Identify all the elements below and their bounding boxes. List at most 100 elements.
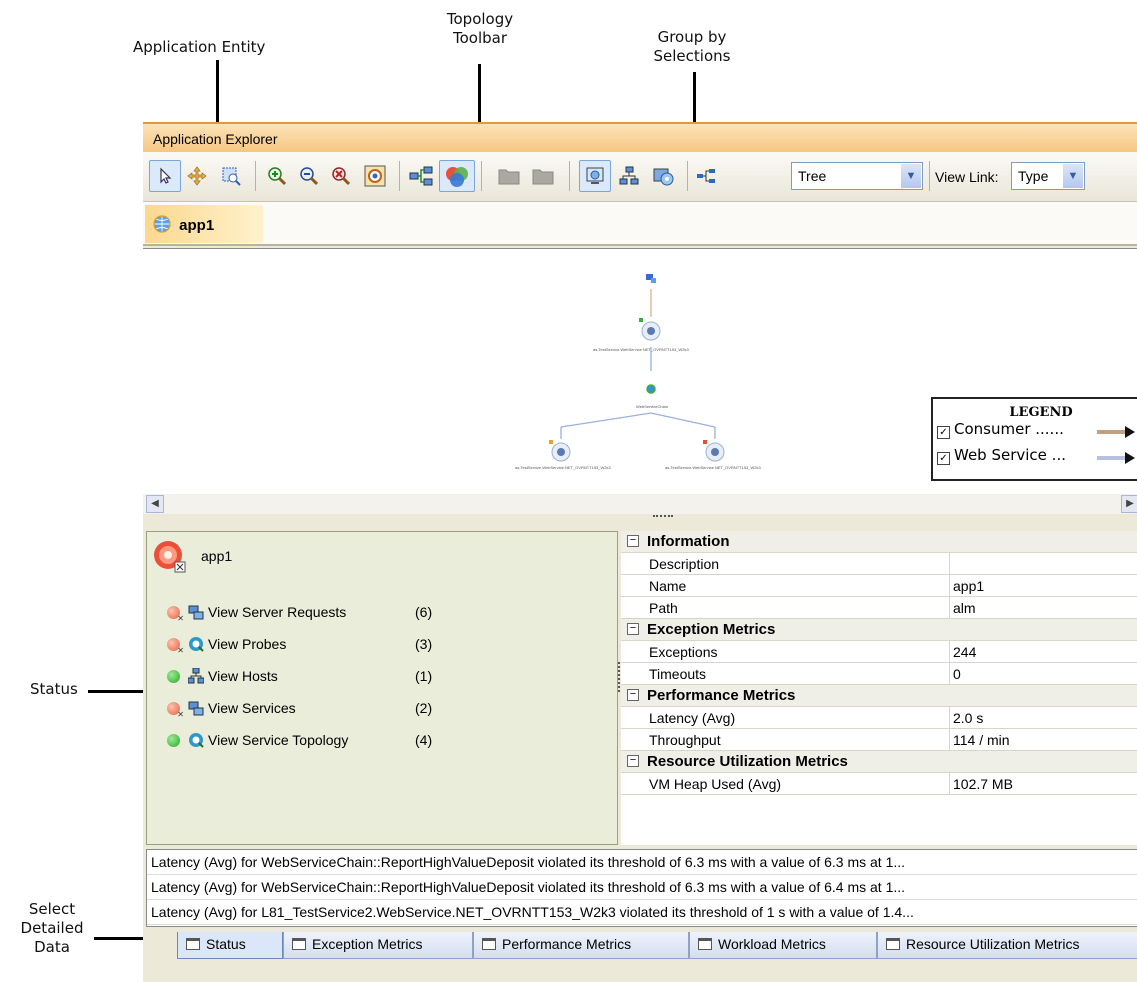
topology-node[interactable]: [703, 440, 725, 462]
section-information[interactable]: − Information: [621, 531, 1137, 553]
window-icon: [698, 938, 712, 950]
legend-item-label: Web Service ...: [954, 446, 1066, 464]
status-item-label: View Hosts: [208, 668, 278, 684]
link-webservice: [560, 412, 652, 428]
entity-tab-strip: app1: [143, 202, 1137, 246]
status-item-probes[interactable]: ✕ View Probes: [167, 636, 286, 658]
status-panel: app1 ✕ View Server Requests (6) ✕ View Pro…: [146, 531, 618, 845]
status-item-server-requests[interactable]: ✕ View Server Requests: [167, 604, 346, 626]
marquee-zoom-button[interactable]: [215, 160, 247, 192]
pan-button[interactable]: [181, 160, 213, 192]
legend-item-web-service[interactable]: ✓ Web Service ...: [933, 446, 1137, 472]
service-topology-icon: [189, 733, 204, 748]
alert-row[interactable]: Latency (Avg) for WebServiceChain::Repor…: [147, 875, 1137, 900]
collapse-icon[interactable]: −: [627, 535, 639, 547]
legend-item-consumer[interactable]: ✓ Consumer ......: [933, 420, 1137, 446]
zoom-out-icon: [300, 167, 319, 186]
chevron-down-icon[interactable]: ▼: [1063, 164, 1083, 188]
detail-tabs: Status Exception Metrics Performance Met…: [143, 930, 1137, 960]
legend-checkbox[interactable]: ✓: [937, 452, 950, 465]
status-item-label: View Services: [208, 700, 296, 716]
window-icon: [186, 938, 200, 950]
services-button[interactable]: [647, 160, 679, 192]
entity-name: app1: [201, 548, 233, 564]
topology-map-icon: [409, 166, 433, 186]
window-icon: [482, 938, 496, 950]
toolbar-separator: [255, 161, 256, 191]
folder-icon: [532, 169, 554, 185]
topology-node[interactable]: [549, 440, 571, 462]
section-resource-utilization-metrics[interactable]: − Resource Utilization Metrics: [621, 751, 1137, 773]
window-icon: [292, 938, 306, 950]
property-row: Timeouts 0: [621, 663, 1137, 685]
folder-button-disabled[interactable]: [527, 160, 559, 192]
tab-app1[interactable]: app1: [145, 205, 263, 243]
topology-node[interactable]: [646, 384, 656, 394]
error-status-icon: ✕: [167, 702, 184, 719]
collapse-icon[interactable]: −: [627, 623, 639, 635]
entity-status-icon: [154, 541, 186, 573]
server-requests-icon: [188, 605, 204, 620]
scroll-left-button[interactable]: ◀: [146, 495, 164, 513]
section-exception-metrics[interactable]: − Exception Metrics: [621, 619, 1137, 641]
topology-node[interactable]: [639, 318, 661, 341]
topology-canvas[interactable]: as-TestService.WebService.NET_OVRNTT153_…: [143, 248, 1137, 496]
property-row: VM Heap Used (Avg) 102.7 MB: [621, 773, 1137, 795]
property-row: Path alm: [621, 597, 1137, 619]
fit-to-window-icon: [364, 165, 386, 187]
network-button[interactable]: [613, 160, 645, 192]
folder-button-disabled[interactable]: [493, 160, 525, 192]
tab-status[interactable]: Status: [177, 932, 283, 959]
collapse-icon[interactable]: −: [627, 689, 639, 701]
group-by-icon: [446, 167, 468, 187]
section-performance-metrics[interactable]: − Performance Metrics: [621, 685, 1137, 707]
topology-node[interactable]: [646, 274, 656, 283]
zoom-out-button[interactable]: [293, 160, 325, 192]
service-node-icon: [647, 327, 655, 335]
select-tool-button[interactable]: [149, 160, 181, 192]
horizontal-scrollbar[interactable]: ◀ ▶: [143, 494, 1137, 514]
ok-status-icon: [167, 670, 180, 683]
collapse-icon[interactable]: −: [627, 755, 639, 767]
host-view-button[interactable]: [579, 160, 611, 192]
callout-group-by-selections: Group by Selections: [653, 28, 731, 65]
view-link-select[interactable]: Type ▼: [1011, 162, 1085, 190]
services-icon: [188, 701, 204, 716]
tab-resource-utilization-metrics[interactable]: Resource Utilization Metrics: [877, 932, 1137, 959]
alert-row[interactable]: Latency (Avg) for L81_TestService2.WebSe…: [147, 900, 1137, 925]
tab-exception-metrics[interactable]: Exception Metrics: [283, 932, 473, 959]
service-node-icon: [711, 448, 719, 456]
status-item-service-topology[interactable]: View Service Topology: [167, 732, 348, 754]
toolbar-separator: [929, 161, 930, 191]
tab-performance-metrics[interactable]: Performance Metrics: [473, 932, 689, 959]
splitter-handle[interactable]: [653, 515, 673, 521]
tab-label: Status: [206, 936, 246, 952]
status-item-count: (4): [415, 732, 433, 748]
fit-to-window-button[interactable]: [359, 160, 391, 192]
alert-row[interactable]: Latency (Avg) for WebServiceChain::Repor…: [147, 850, 1137, 875]
view-link-select-value: Type: [1018, 168, 1049, 184]
callout-select-detailed-data: Select Detailed Data: [20, 900, 84, 956]
topology-map-button[interactable]: [405, 160, 437, 192]
tab-workload-metrics[interactable]: Workload Metrics: [689, 932, 877, 959]
tree-layout-button[interactable]: [693, 160, 719, 192]
status-item-count: (6): [415, 604, 433, 620]
view-link-label: View Link:: [935, 169, 999, 185]
status-marker-icon: [703, 440, 707, 444]
topology-node-label: as-TestService.WebService.NET_OVRNTT153_…: [515, 465, 611, 470]
window-title: Application Explorer: [143, 122, 1137, 152]
tab-app1-label: app1: [179, 217, 215, 234]
group-by-button[interactable]: [439, 160, 475, 192]
zoom-in-button[interactable]: [261, 160, 293, 192]
status-item-services[interactable]: ✕ View Services: [167, 700, 296, 722]
arrow-right-icon: [1097, 452, 1135, 464]
zoom-reset-button[interactable]: [325, 160, 357, 192]
layout-select[interactable]: Tree ▼: [791, 162, 923, 190]
chevron-down-icon[interactable]: ▼: [901, 164, 921, 188]
legend-checkbox[interactable]: ✓: [937, 426, 950, 439]
tab-label: Performance Metrics: [502, 936, 632, 952]
status-item-hosts[interactable]: View Hosts: [167, 668, 278, 690]
status-marker-icon: [639, 318, 643, 322]
scroll-right-button[interactable]: ▶: [1121, 495, 1137, 513]
zoom-in-icon: [268, 167, 287, 186]
